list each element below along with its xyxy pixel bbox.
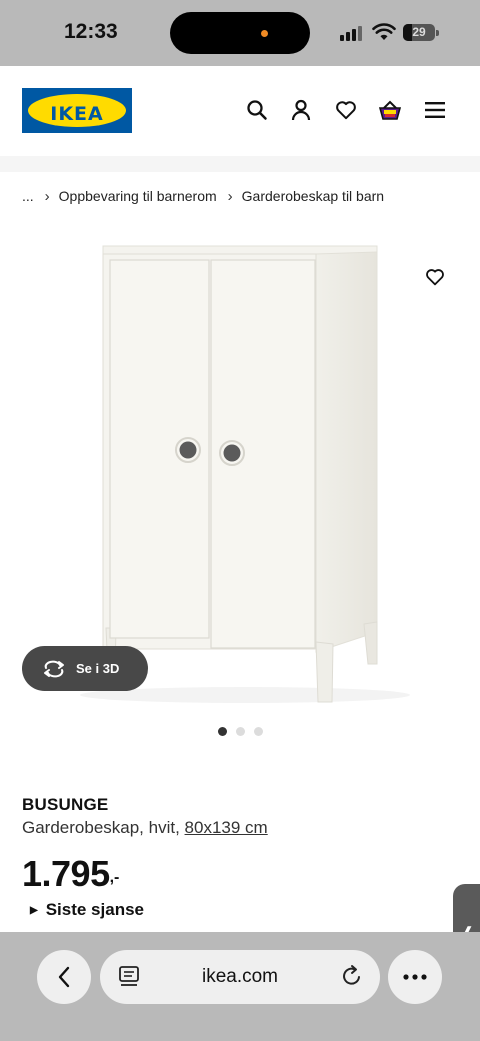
chevron-right-icon: ›: [44, 187, 50, 205]
page: 12:33 29 IKEA ... › Oppbevaring til barn…: [0, 0, 480, 1041]
breadcrumb-ellipsis[interactable]: ...: [22, 188, 34, 204]
product-price: 1.795 ,-: [22, 853, 119, 895]
price-suffix: ,-: [109, 869, 120, 886]
heart-icon: [426, 269, 444, 286]
last-chance-tag[interactable]: ▶ Siste sjanse: [30, 900, 144, 920]
account-icon[interactable]: [289, 98, 313, 122]
product-size-link[interactable]: 80x139 cm: [185, 818, 268, 837]
rotate-3d-icon: [44, 660, 64, 677]
menu-icon[interactable]: [423, 98, 447, 122]
heart-icon[interactable]: [334, 98, 358, 122]
carousel-dots: [218, 727, 263, 736]
battery-level: 29: [412, 25, 426, 39]
more-options-button[interactable]: [388, 950, 442, 1004]
triangle-right-icon: ▶: [30, 904, 38, 916]
wifi-icon: [372, 22, 396, 47]
add-to-wishlist-button[interactable]: [416, 258, 454, 296]
address-bar[interactable]: ikea.com: [100, 950, 380, 1004]
breadcrumb: ... › Oppbevaring til barnerom › Gardero…: [22, 186, 384, 206]
site-header: IKEA: [0, 66, 480, 156]
product-name: BUSUNGE: [22, 795, 109, 814]
battery-icon: 29: [403, 24, 439, 41]
chevron-right-icon: ›: [227, 187, 233, 205]
carousel-dot[interactable]: [218, 727, 227, 736]
breadcrumb-item-children-storage[interactable]: Oppbevaring til barnerom: [59, 188, 217, 204]
status-time: 12:33: [64, 20, 118, 43]
product-description: Garderobeskap, hvit, 80x139 cm: [22, 818, 268, 838]
basket-icon[interactable]: [378, 98, 402, 122]
view-in-3d-label: Se i 3D: [76, 661, 120, 676]
more-dots-icon: [403, 974, 427, 980]
price-value: 1.795: [22, 853, 110, 894]
chevron-left-icon: [58, 966, 70, 988]
status-bar: 12:33 29: [0, 0, 480, 66]
logo-text: IKEA: [50, 103, 104, 125]
back-button[interactable]: [37, 950, 91, 1004]
view-in-3d-button[interactable]: Se i 3D: [22, 646, 148, 691]
last-chance-label: Siste sjanse: [45, 900, 144, 919]
product-type: Garderobeskap, hvit,: [22, 818, 180, 837]
reload-icon[interactable]: [341, 964, 363, 993]
ikea-logo[interactable]: IKEA: [22, 88, 132, 133]
search-icon[interactable]: [245, 98, 269, 122]
browser-toolbar: ikea.com: [0, 932, 480, 1041]
cellular-signal-icon: [340, 25, 364, 41]
camera-indicator-icon: [261, 30, 268, 37]
dynamic-island: [170, 12, 310, 54]
breadcrumb-item-childrens-wardrobes[interactable]: Garderobeskap til barn: [242, 188, 384, 204]
carousel-dot[interactable]: [254, 727, 263, 736]
address-url: ikea.com: [201, 966, 279, 987]
header-divider: [0, 156, 480, 172]
carousel-dot[interactable]: [236, 727, 245, 736]
